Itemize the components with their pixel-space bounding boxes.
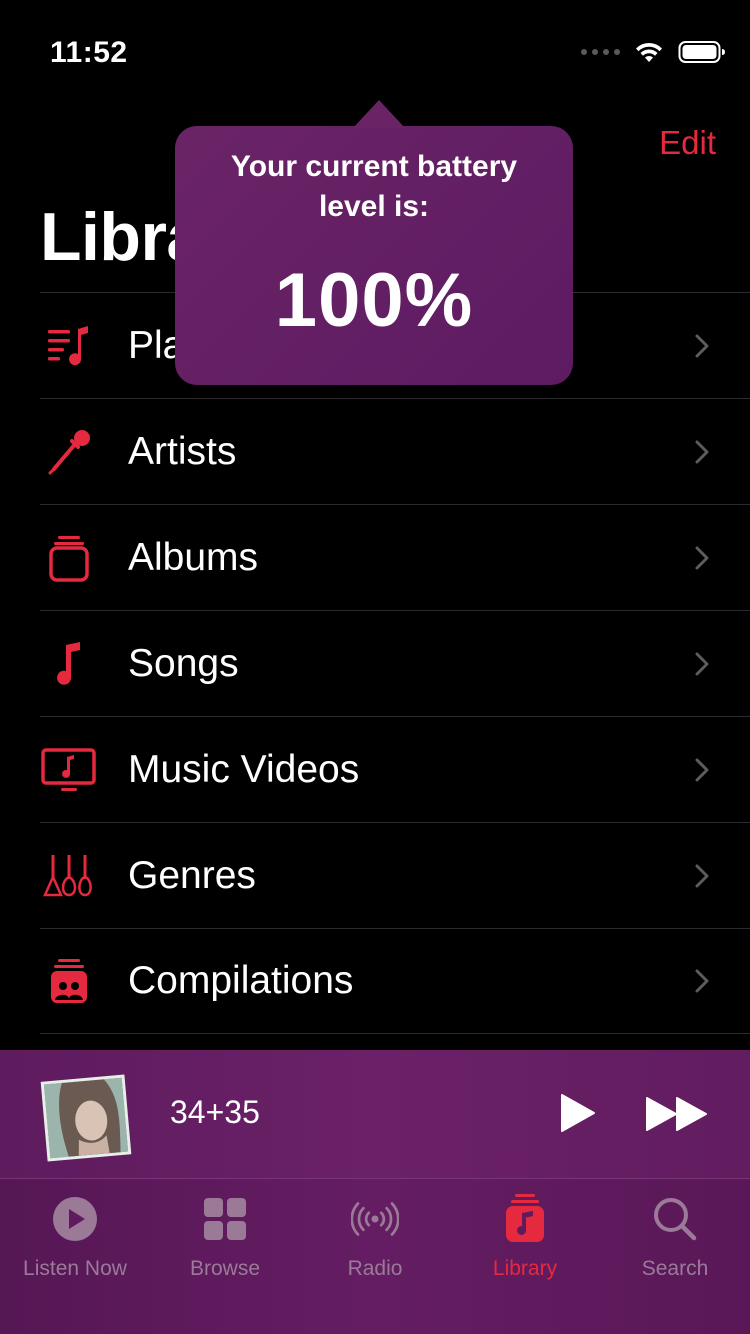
mini-player[interactable]: 34+35 — [0, 1050, 750, 1178]
list-item-artists[interactable]: Artists — [40, 398, 750, 504]
music-note-icon — [40, 635, 98, 693]
battery-level-value: 100% — [274, 258, 474, 343]
chevron-right-icon — [695, 864, 709, 887]
grid-icon — [201, 1195, 249, 1243]
list-item-label: Songs — [128, 641, 239, 685]
fast-forward-icon[interactable] — [644, 1095, 710, 1133]
tab-search[interactable]: Search — [600, 1179, 750, 1334]
chevron-right-icon — [695, 969, 709, 993]
tab-browse[interactable]: Browse — [150, 1179, 300, 1334]
battery-icon — [678, 41, 725, 63]
list-item-label: Genres — [128, 853, 256, 897]
library-note-icon — [501, 1194, 549, 1243]
tab-radio[interactable]: Radio — [300, 1179, 450, 1334]
list-item-songs[interactable]: Songs — [40, 610, 750, 716]
play-circle-icon — [51, 1195, 99, 1243]
list-item-label: Artists — [128, 429, 237, 473]
tab-library[interactable]: Library — [450, 1179, 600, 1334]
microphone-icon — [40, 423, 98, 481]
list-item-genres[interactable]: Genres — [40, 822, 750, 928]
tab-label: Browse — [189, 1257, 261, 1280]
wifi-icon — [636, 42, 662, 62]
tab-label: Radio — [347, 1257, 403, 1280]
tab-label: Library — [492, 1257, 558, 1280]
list-item-label: Compilations — [128, 959, 354, 1002]
chevron-right-icon — [695, 758, 709, 781]
chevron-right-icon — [695, 440, 709, 463]
now-playing-title[interactable]: 34+35 — [170, 1094, 260, 1131]
playlist-icon — [40, 317, 98, 375]
guitars-icon — [40, 847, 98, 905]
list-item-label: Music Videos — [128, 747, 360, 791]
list-item-label: Albums — [128, 535, 259, 579]
album-artwork[interactable] — [40, 1074, 132, 1162]
broadcast-icon — [351, 1195, 399, 1243]
search-icon — [651, 1195, 699, 1243]
status-time: 11:52 — [50, 36, 128, 69]
album-stack-icon — [40, 529, 98, 587]
tab-label: Search — [641, 1257, 709, 1280]
status-bar: 11:52 — [0, 0, 750, 100]
edit-button[interactable]: Edit — [659, 124, 716, 162]
chevron-right-icon — [695, 652, 709, 675]
chevron-right-icon — [695, 546, 709, 569]
list-item-albums[interactable]: Albums — [40, 504, 750, 610]
library-list: Playlists Artists Albums — [40, 292, 750, 1034]
list-item-compilations[interactable]: Compilations — [40, 928, 750, 1034]
status-indicators — [581, 40, 726, 64]
list-item-music-videos[interactable]: Music Videos — [40, 716, 750, 822]
play-icon[interactable] — [556, 1092, 598, 1134]
compilation-icon — [40, 952, 98, 1010]
tooltip-message: Your current battery level is: — [230, 150, 518, 223]
battery-tooltip: Your current battery level is: 100% — [175, 100, 573, 385]
tab-label: Listen Now — [23, 1257, 127, 1280]
tab-listen-now[interactable]: Listen Now — [0, 1179, 150, 1334]
chevron-right-icon — [695, 334, 709, 357]
tab-bar: Listen Now Browse Radio Library Search — [0, 1178, 750, 1334]
tv-music-icon — [40, 741, 98, 799]
cellular-signal-icon — [581, 49, 620, 55]
